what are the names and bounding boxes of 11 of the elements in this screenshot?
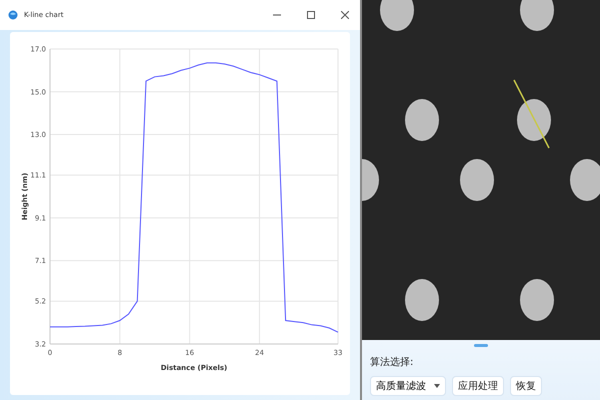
maximize-button[interactable] [304, 8, 318, 22]
close-button[interactable] [338, 8, 352, 22]
algorithm-label: 算法选择: [370, 356, 414, 369]
caret-icon [434, 384, 440, 388]
action-button[interactable]: 恢复 [510, 376, 542, 396]
splitter-handle[interactable] [474, 344, 488, 347]
app-logo-icon [8, 10, 18, 20]
action-button[interactable]: 应用处理 [452, 376, 504, 396]
close-icon [341, 11, 349, 19]
maximize-icon [307, 11, 315, 19]
algorithm-dropdown[interactable]: 高质量滤波 [370, 376, 446, 396]
